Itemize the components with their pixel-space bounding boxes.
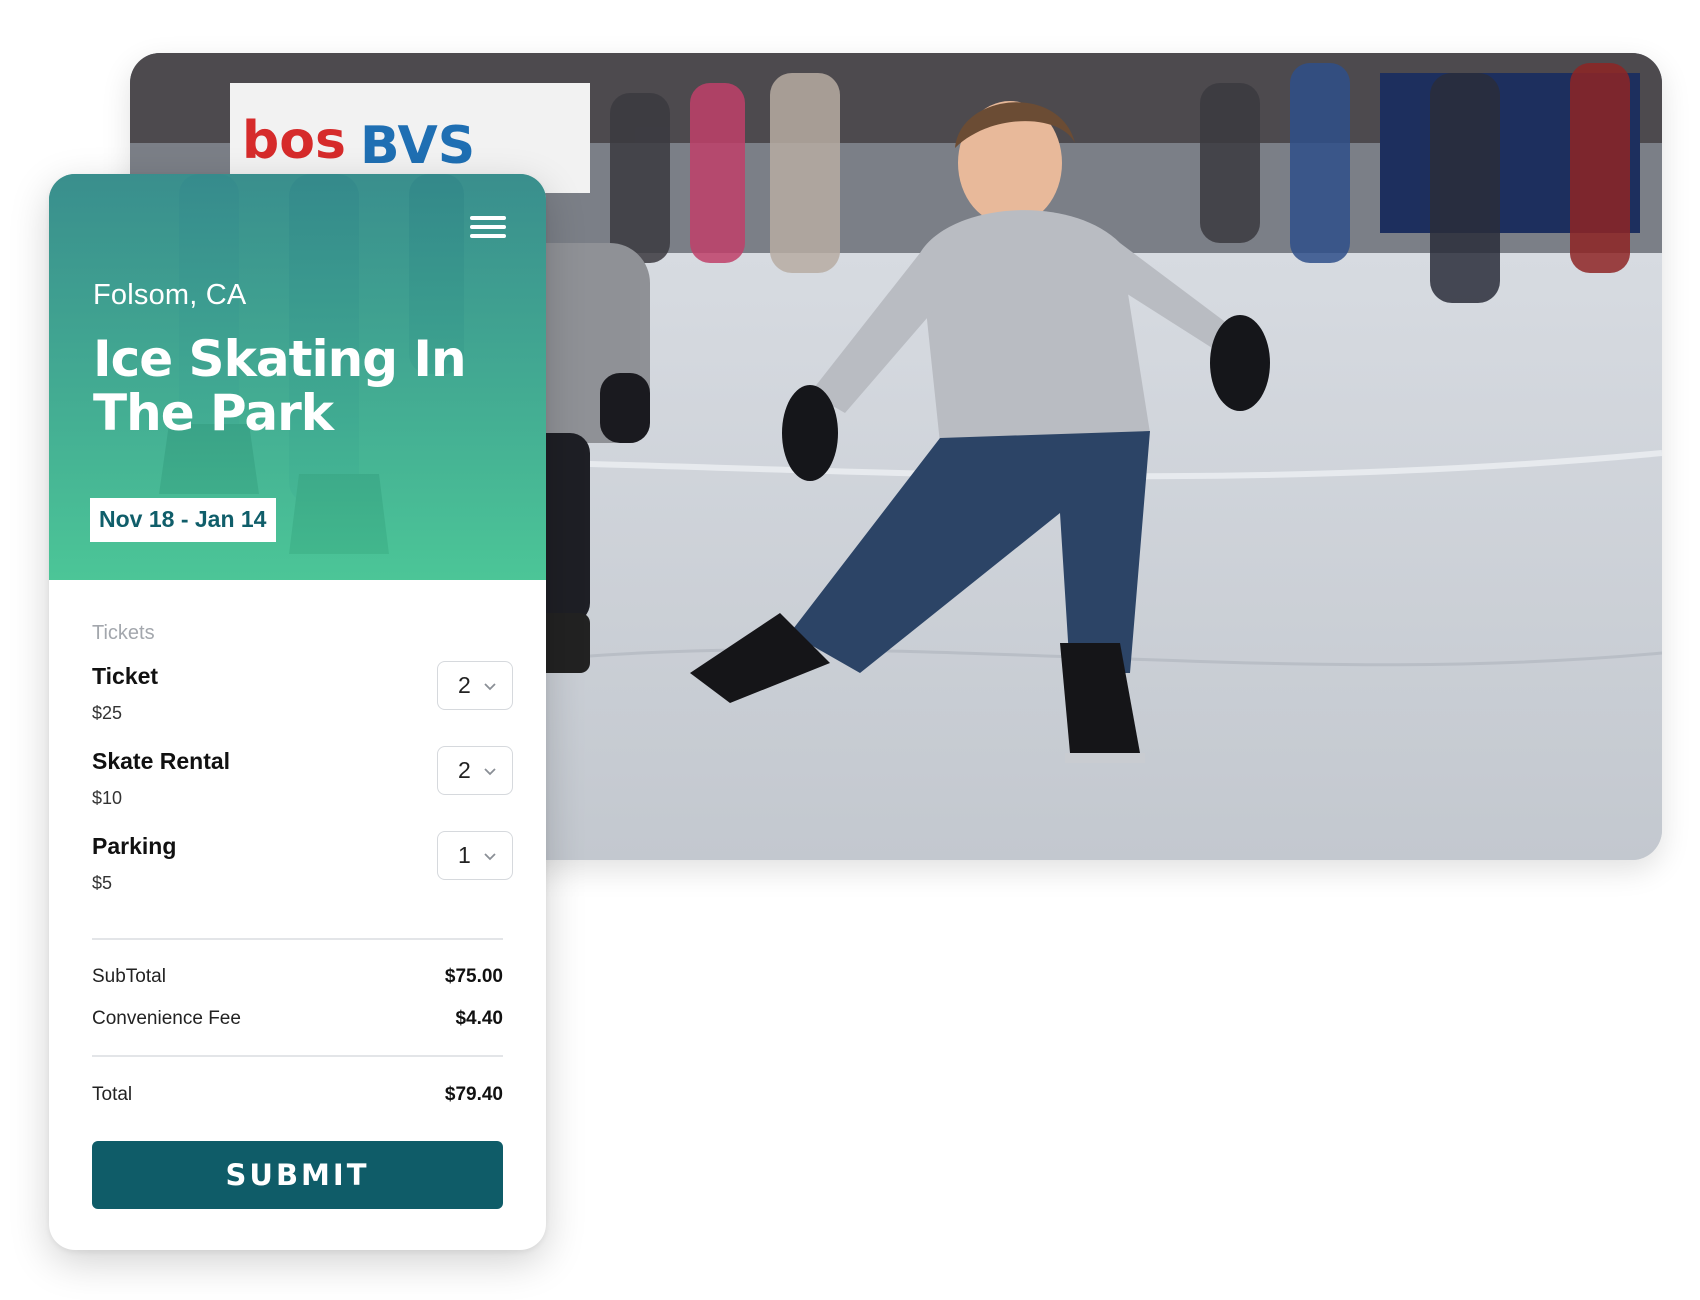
ticket-item-parking: Parking $5 1: [92, 815, 513, 900]
item-price: $5: [92, 873, 113, 893]
subtotal-label: SubTotal: [92, 966, 166, 987]
tickets-section-label: Tickets: [92, 622, 155, 644]
item-price: $25: [92, 703, 123, 723]
chevron-down-icon: [484, 682, 496, 690]
svg-text:bos: bos: [242, 111, 346, 171]
item-price: $10: [92, 788, 123, 808]
submit-button[interactable]: SUBMIT: [92, 1141, 503, 1209]
quantity-select-parking[interactable]: 1: [437, 831, 513, 880]
quantity-select-ticket[interactable]: 2: [437, 661, 513, 710]
event-location: Folsom, CA: [93, 279, 247, 311]
convenience-fee-value: $4.40: [455, 1008, 503, 1029]
subtotal-value: $75.00: [444, 966, 503, 987]
event-title: Ice Skating In The Park: [93, 330, 467, 442]
page: bos BVS Folsom, CA Ice Skating In The Pa…: [0, 0, 1700, 1300]
ticket-item-ticket: Ticket $25 2: [92, 645, 513, 730]
total-label: Total: [92, 1084, 133, 1105]
quantity-value: 2: [458, 672, 471, 698]
event-dates-badge: Nov 18 - Jan 14: [90, 498, 277, 542]
chevron-down-icon: [484, 767, 496, 775]
ticket-form: Tickets Ticket $25 2 Skate Rental $10 2: [49, 622, 546, 1209]
ticket-item-skate-rental: Skate Rental $10 2: [92, 730, 513, 815]
total-row: Total $79.40: [92, 1084, 503, 1106]
convenience-fee-label: Convenience Fee: [92, 1008, 241, 1029]
event-header: Folsom, CA Ice Skating In The Park Nov 1…: [49, 174, 546, 580]
hamburger-menu-icon[interactable]: [470, 216, 506, 242]
booking-card: Folsom, CA Ice Skating In The Park Nov 1…: [49, 174, 546, 1250]
chevron-down-icon: [484, 852, 496, 860]
item-name: Ticket: [92, 663, 159, 689]
convenience-fee-row: Convenience Fee $4.40: [92, 1008, 503, 1030]
divider: [92, 1055, 503, 1057]
item-name: Parking: [92, 833, 177, 859]
quantity-value: 2: [458, 757, 471, 783]
item-name: Skate Rental: [92, 748, 231, 774]
divider: [92, 938, 503, 940]
svg-text:BVS: BVS: [360, 116, 475, 176]
subtotal-row: SubTotal $75.00: [92, 966, 503, 988]
total-value: $79.40: [444, 1084, 503, 1105]
quantity-select-skate-rental[interactable]: 2: [437, 746, 513, 795]
quantity-value: 1: [458, 842, 471, 868]
